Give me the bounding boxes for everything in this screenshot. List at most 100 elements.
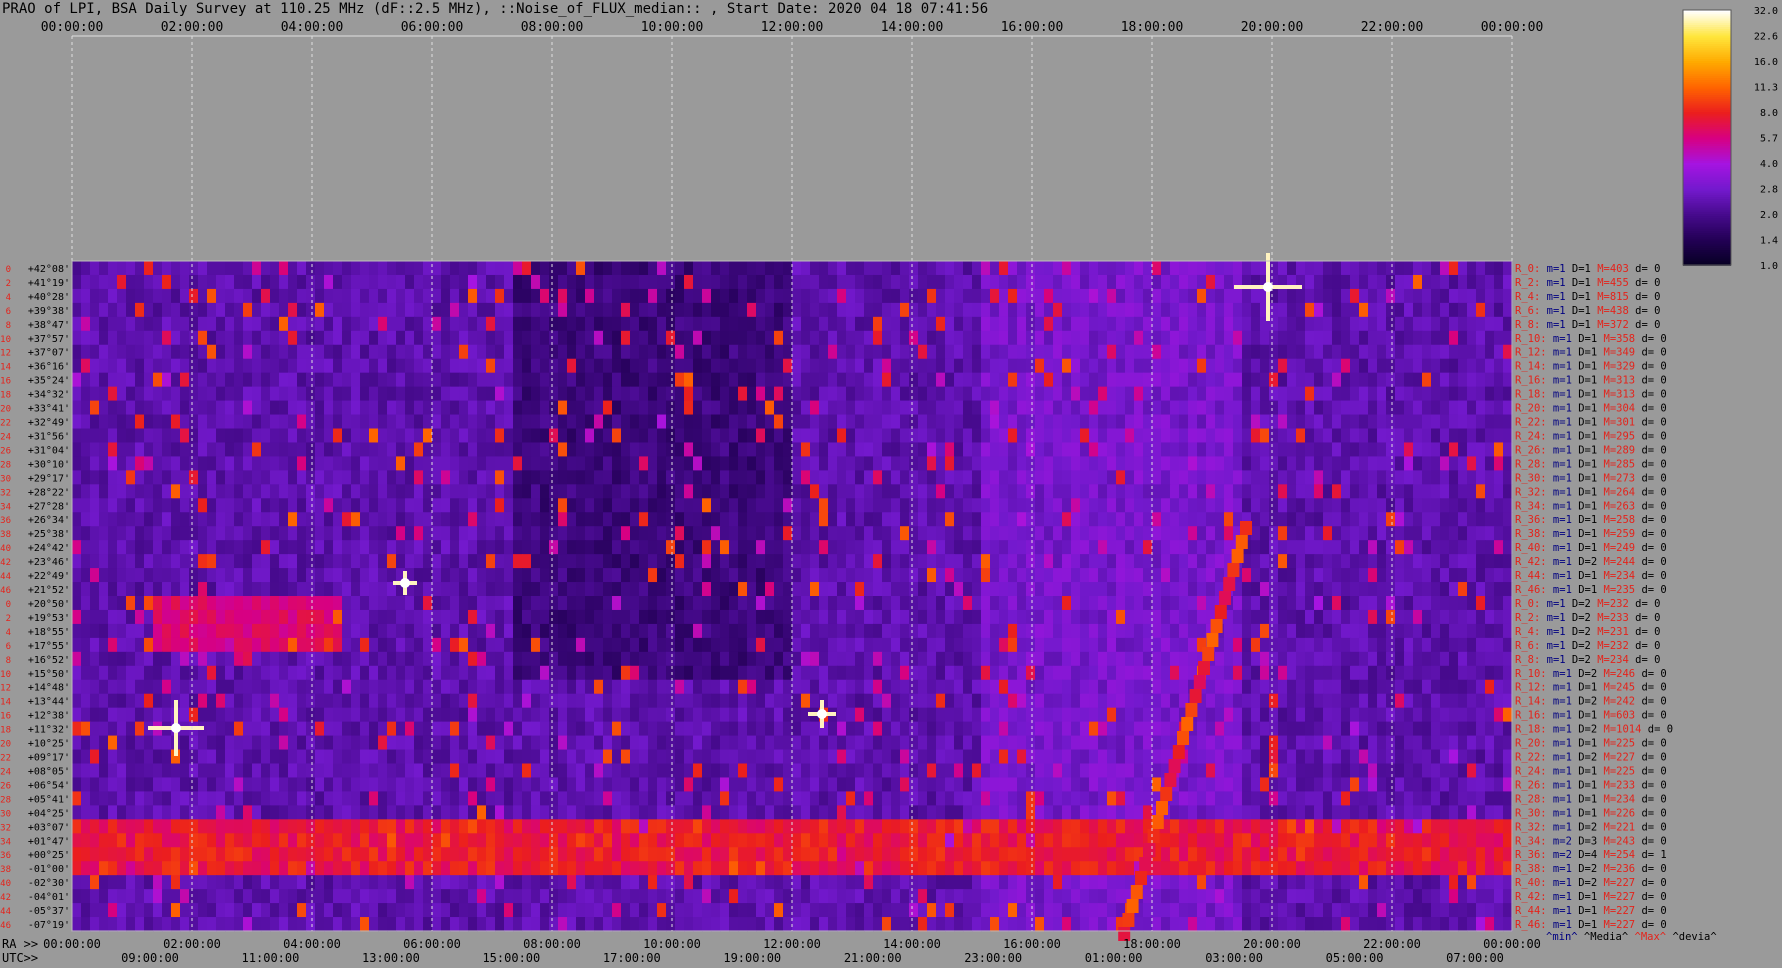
row-stat: R_34: m=1 D=1 M=263 d= 0 [1515,500,1667,512]
row-stat: R_44: m=1 D=1 M=234 d= 0 [1515,570,1667,582]
row-stat: R_4: m=1 D=2 M=231 d= 0 [1515,626,1660,638]
row-stat: R_18: m=1 D=1 M=313 d= 0 [1515,389,1667,401]
top-tick-label: 04:00:00 [281,20,344,35]
declination-label: +37°57' [28,334,70,345]
row-number: 38 [0,530,11,540]
row-stat: R_6: m=1 D=1 M=438 d= 0 [1515,305,1660,317]
colorbar-tick-label: 16.0 [1754,57,1778,68]
row-number: 42 [0,558,11,568]
row-stat: R_34: m=2 D=3 M=243 d= 0 [1515,835,1667,847]
ra-tick-label: 02:00:00 [163,937,221,951]
top-tick-label: 14:00:00 [881,20,944,35]
declination-label: +06°54' [28,780,70,791]
ra-tick-label: 00:00:00 [43,937,101,951]
row-stat: R_4: m=1 D=1 M=815 d= 0 [1515,291,1660,303]
declination-label: +16°52' [28,655,70,666]
ra-tick-label: 10:00:00 [643,937,701,951]
declination-label: +27°28' [28,501,70,512]
row-stat: R_30: m=1 D=1 M=273 d= 0 [1515,472,1667,484]
row-number: 14 [0,363,11,373]
declination-label: +41°19' [28,278,70,289]
row-stats: R_0: m=1 D=1 M=403 d= 0 R_2: m=1 D=1 M=45… [1515,263,1717,943]
colorbar-tick-label: 1.0 [1760,261,1778,272]
row-number: 38 [0,865,11,875]
ra-tick-label: 08:00:00 [523,937,581,951]
row-number: 44 [0,572,11,582]
row-stat: R_10: m=1 D=1 M=358 d= 0 [1515,333,1667,345]
top-tick-label: 10:00:00 [641,20,704,35]
utc-axis-label: UTC>> [2,951,38,965]
row-stat: R_12: m=1 D=1 M=349 d= 0 [1515,347,1667,359]
declination-label: +25°38' [28,529,70,540]
row-stat: R_2: m=1 D=1 M=455 d= 0 [1515,277,1660,289]
utc-tick-label: 19:00:00 [723,951,781,965]
utc-tick-label: 07:00:00 [1446,951,1504,965]
utc-tick-label: 23:00:00 [964,951,1022,965]
colorbar-tick-label: 22.6 [1754,32,1778,43]
colorbar-tick-label: 8.0 [1760,108,1778,119]
row-number: 10 [0,335,11,345]
row-stat: R_26: m=1 D=1 M=233 d= 0 [1515,779,1667,791]
declination-label: +05°41' [28,794,70,805]
declination-label: +14°48' [28,683,70,694]
row-number: 40 [0,879,11,889]
declination-label: +34°32' [28,390,70,401]
row-number: 36 [0,851,11,861]
utc-tick-label: 13:00:00 [362,951,420,965]
utc-tick-label: 21:00:00 [844,951,902,965]
declination-label: +31°56' [28,431,70,442]
ra-tick-label: 18:00:00 [1123,937,1181,951]
row-stat: R_16: m=1 D=1 M=313 d= 0 [1515,375,1667,387]
row-number: 6 [6,307,11,317]
row-stat: R_10: m=1 D=2 M=246 d= 0 [1515,668,1667,680]
row-number: 20 [0,405,11,415]
row-number: 2 [6,279,11,289]
row-number: 32 [0,823,11,833]
declination-label: +38°47' [28,320,70,331]
row-stat: R_30: m=1 D=1 M=226 d= 0 [1515,807,1667,819]
row-stat: R_42: m=1 D=2 M=244 d= 0 [1515,556,1667,568]
row-number: 18 [0,391,11,401]
ra-tick-label: 00:00:00 [1483,937,1541,951]
utc-tick-label: 11:00:00 [242,951,300,965]
row-number: 34 [0,502,11,512]
declination-label: +36°16' [28,362,70,373]
row-stat: R_42: m=1 D=1 M=227 d= 0 [1515,891,1667,903]
row-stat: R_36: m=1 D=1 M=258 d= 0 [1515,514,1667,526]
row-stat: R_24: m=1 D=1 M=295 d= 0 [1515,430,1667,442]
utc-tick-label: 15:00:00 [482,951,540,965]
utc-tick-label: 17:00:00 [603,951,661,965]
row-stat: R_46: m=1 D=1 M=227 d= 0 [1515,919,1667,931]
top-tick-label: 20:00:00 [1241,20,1304,35]
row-number: 28 [0,795,11,805]
declination-label: +23°46' [28,557,70,568]
colorbar-tick-label: 32.0 [1754,6,1778,17]
row-number: 40 [0,544,11,554]
declination-label: +40°28' [28,292,70,303]
row-stat: R_40: m=1 D=2 M=227 d= 0 [1515,877,1667,889]
row-stat: R_40: m=1 D=1 M=249 d= 0 [1515,542,1667,554]
row-stat: R_24: m=1 D=1 M=225 d= 0 [1515,765,1667,777]
declination-label: +22°49' [28,571,70,582]
row-number: 4 [6,628,11,638]
row-stat: R_16: m=1 D=1 M=603 d= 0 [1515,710,1667,722]
row-number: 20 [0,740,11,750]
row-number: 10 [0,670,11,680]
row-number: 44 [0,907,11,917]
row-stat: R_26: m=1 D=1 M=289 d= 0 [1515,444,1667,456]
ra-tick-label: 20:00:00 [1243,937,1301,951]
row-number: 0 [6,600,11,610]
top-tick-label: 00:00:00 [41,20,104,35]
ra-tick-label: 06:00:00 [403,937,461,951]
row-stat: R_20: m=1 D=1 M=304 d= 0 [1515,403,1667,415]
row-stat: R_6: m=1 D=2 M=232 d= 0 [1515,640,1660,652]
row-number: 14 [0,698,11,708]
declination-label: +01°47' [28,836,70,847]
row-number: 22 [0,419,11,429]
declination-label: -04°01' [28,892,70,903]
row-stat: R_38: m=1 D=1 M=259 d= 0 [1515,528,1667,540]
utc-tick-label: 01:00:00 [1085,951,1143,965]
declination-label: +28°22' [28,487,70,498]
declination-label: +11°32' [28,725,70,736]
row-number: 30 [0,809,11,819]
